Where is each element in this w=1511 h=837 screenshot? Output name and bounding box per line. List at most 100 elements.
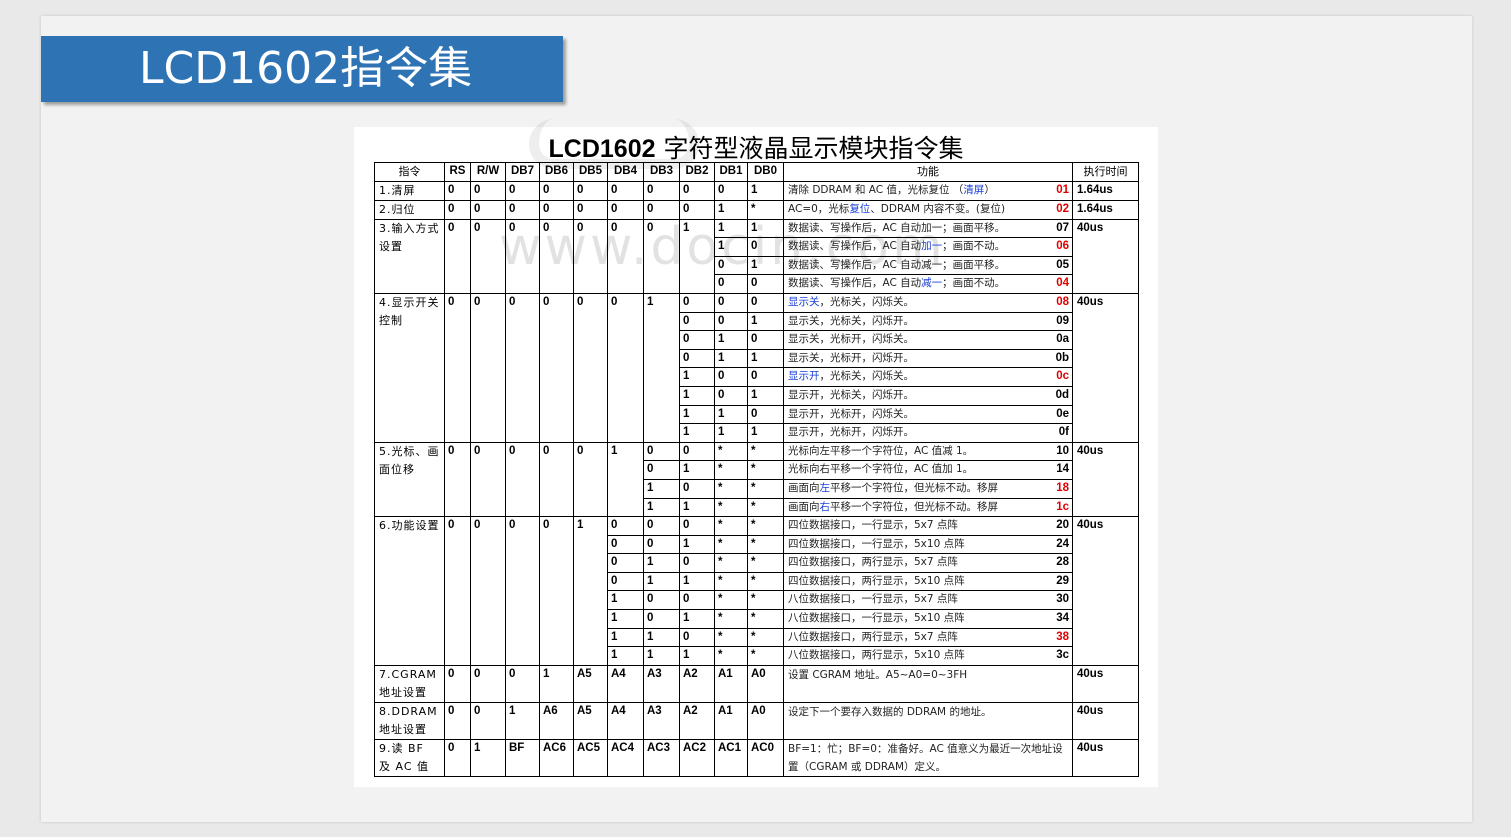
bit-cell: 0 [679, 590, 715, 611]
bit-cell: A1 [714, 664, 748, 703]
bit-cell: 1 [679, 646, 715, 666]
function-text: 数据读、写操作后，AC 自动减一；画面平移。 [788, 258, 1006, 271]
bit-cell: 0 [747, 274, 784, 294]
bit-cell: * [747, 646, 784, 666]
bit-cell: 0 [444, 701, 471, 740]
highlight-text: 显示开 [788, 370, 820, 383]
function-text: 八位数据接口，两行显示，5x10 点阵 [788, 649, 965, 662]
bit-cell: A2 [679, 664, 715, 703]
bit-cell: 0 [747, 330, 784, 350]
bit-cell: 0 [643, 590, 680, 611]
function-cell: 画面向左平移一个字符位，但光标不动。移屏 18 [783, 478, 1073, 499]
hex-code: 08 [1056, 295, 1069, 308]
bit-cell: 0 [747, 404, 784, 425]
bit-cell: 0 [643, 218, 680, 294]
column-header: RS [444, 162, 471, 182]
bit-cell: 0 [747, 237, 784, 257]
bit-cell: 0 [573, 292, 608, 443]
hex-code: 29 [1056, 574, 1069, 587]
bit-cell: 0 [444, 292, 471, 443]
bit-cell: 0 [573, 199, 608, 220]
bit-cell: 0 [679, 441, 715, 462]
table-row: 6.功能设置 0 0 0 0 1 0 0 0 * * 四位数据接口，一行显示，5x7 点阵 20 40us [374, 516, 1139, 666]
highlight-text: 复位 [849, 202, 871, 215]
function-text: 光标向右平移一个字符位，AC 值加 1。 [788, 463, 974, 476]
bit-cell: 0 [539, 516, 574, 666]
column-header: 功能 [783, 162, 1073, 182]
function-cell: 显示关，光标关，闪烁开。 09 [783, 311, 1073, 332]
function-cell: 四位数据接口，一行显示，5x7 点阵 20 [783, 516, 1073, 536]
bit-cell: 1 [643, 292, 680, 443]
hex-code: 18 [1056, 481, 1069, 494]
bit-cell: 1 [679, 385, 715, 406]
bit-cell: * [747, 553, 784, 573]
hex-code: 3c [1056, 649, 1069, 662]
function-text: 光标向左平移一个字符位，AC 值减 1。 [788, 444, 974, 457]
bit-cell: * [747, 534, 784, 555]
hex-code: 05 [1056, 258, 1069, 271]
bit-cell: 0 [714, 367, 748, 387]
bit-cell: * [714, 571, 748, 592]
bit-cell: * [747, 590, 784, 611]
command-cell: 4.显示开关控制 [374, 292, 445, 443]
function-text: 设定下一个要存入数据的 DDRAM 的地址。 [788, 705, 992, 718]
function-cell: AC=0，光标复位、DDRAM 内容不变。(复位) 02 [783, 199, 1073, 220]
bit-cell: 0 [679, 292, 715, 313]
exec-time-cell: 40us [1072, 292, 1139, 443]
function-cell: 显示开，光标开，闪烁关。 0e [783, 404, 1073, 425]
bit-cell: A0 [747, 701, 784, 740]
column-header: R/W [470, 162, 506, 182]
hex-code: 38 [1056, 630, 1069, 643]
table-row: 3.输入方式设置 0 0 0 0 0 0 0 1 1 1 数据读、写操作后，AC 自动加一；画面平移。… [374, 218, 1139, 294]
bit-cell: * [747, 497, 784, 518]
hex-code: 20 [1056, 519, 1069, 532]
exec-time-cell: 1.64us [1072, 199, 1139, 220]
function-cell: 显示关，光标开，闪烁关。 0a [783, 330, 1073, 350]
bit-cell: 0 [643, 441, 680, 462]
bit-cell: 0 [444, 218, 471, 294]
bit-cell: 0 [470, 180, 506, 201]
bit-cell: 0 [714, 274, 748, 294]
bit-cell: 0 [539, 441, 574, 518]
hex-code: 10 [1056, 444, 1069, 457]
bit-cell: 0 [539, 218, 574, 294]
table-row: 9.读 BF 及 AC 值 0 1 BF AC6 AC5 AC4 AC3 AC2 AC1 AC0 BF… [374, 738, 1139, 777]
command-cell: 8.DDRAM 地址设置 [374, 701, 445, 740]
function-cell: 四位数据接口，一行显示，5x10 点阵 24 [783, 534, 1073, 555]
function-cell: 数据读、写操作后，AC 自动减一；画面不动。 04 [783, 274, 1073, 294]
function-text: BF=1：忙；BF=0：准备好。AC 值意义为最近一次地址设置（CGRAM 或 … [788, 742, 1063, 773]
bit-cell: 0 [643, 516, 680, 536]
table-row: 5.光标、画面位移 0 0 0 0 0 1 0 0 * * 光标向左平移一个字符位，AC 值减 1。 1… [374, 441, 1139, 518]
function-cell: 光标向左平移一个字符位，AC 值减 1。 10 [783, 441, 1073, 462]
bit-cell: * [747, 478, 784, 499]
command-cell: 2.归位 [374, 199, 445, 220]
exec-time-cell: 40us [1072, 738, 1139, 777]
function-text: 数据读、写操作后，AC 自动加一；画面不动。 [788, 240, 1006, 253]
bit-cell: * [747, 460, 784, 480]
bit-cell: 0 [470, 292, 506, 443]
bit-cell: * [714, 478, 748, 499]
hex-code: 02 [1056, 202, 1069, 215]
bit-cell: 0 [643, 609, 680, 629]
hex-code: 09 [1056, 314, 1069, 327]
bit-cell: AC2 [679, 738, 715, 777]
hex-code: 0e [1056, 407, 1069, 420]
bit-cell: * [714, 460, 748, 480]
exec-time-cell: 40us [1072, 218, 1139, 294]
function-cell: 数据读、写操作后，AC 自动减一；画面平移。 05 [783, 255, 1073, 276]
function-cell: 显示开，光标开，闪烁开。 0f [783, 423, 1073, 443]
bit-cell: 0 [607, 534, 644, 555]
bit-cell: 0 [573, 180, 608, 201]
bit-cell: 0 [470, 516, 506, 666]
bit-cell: 1 [714, 404, 748, 425]
bit-cell: 0 [714, 180, 748, 201]
bit-cell: 1 [573, 516, 608, 666]
function-text: 设置 CGRAM 地址。A5~A0=0~3FH [788, 668, 968, 681]
bit-cell: * [747, 609, 784, 629]
function-cell: 八位数据接口，两行显示，5x7 点阵 38 [783, 627, 1073, 648]
bit-cell: 1 [679, 571, 715, 592]
function-cell: 显示关，光标开，闪烁开。 0b [783, 348, 1073, 369]
bit-cell: 1 [714, 237, 748, 257]
bit-cell: 1 [714, 218, 748, 239]
function-text: 画面向左平移一个字符位，但光标不动。移屏 [788, 481, 998, 494]
